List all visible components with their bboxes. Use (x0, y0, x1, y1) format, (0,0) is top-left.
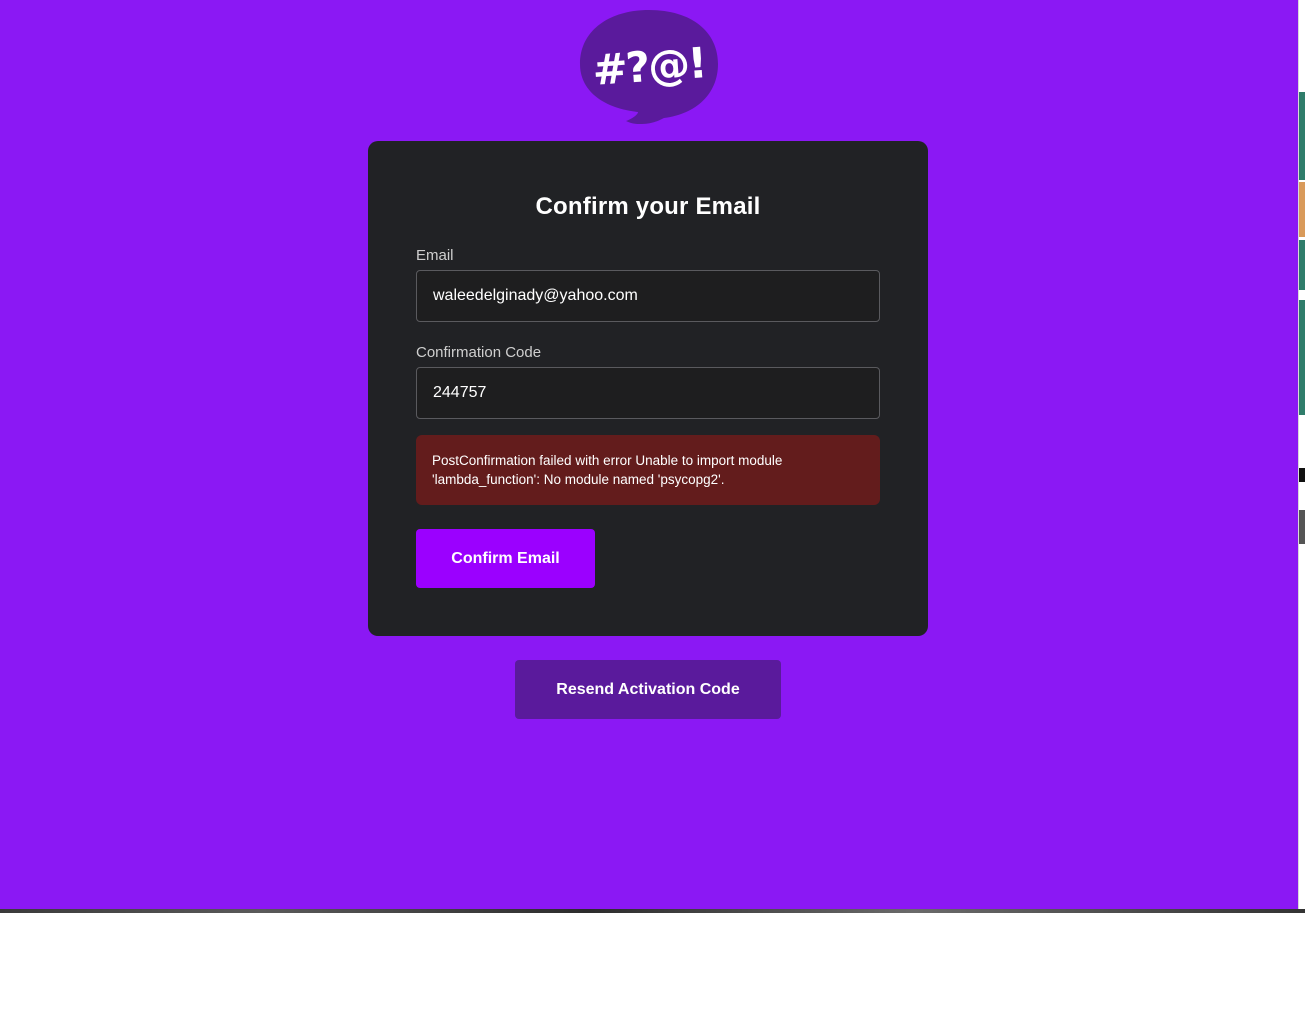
confirmation-code-field[interactable] (416, 367, 880, 419)
confirmation-code-label: Confirmation Code (416, 344, 542, 361)
logo-text: #?@! (591, 38, 707, 95)
confirm-email-button[interactable]: Confirm Email (416, 529, 595, 588)
screen: #?@! Confirm your Email Email Confirmati… (0, 0, 1305, 1016)
confirm-email-card: Confirm your Email Email Confirmation Co… (368, 141, 928, 636)
window-bottom-edge (0, 909, 1305, 913)
error-message-line-2: 'lambda_function': No module named 'psyc… (432, 472, 725, 487)
card-title: Confirm your Email (535, 193, 761, 220)
email-field[interactable] (416, 270, 880, 322)
speech-bubble-logo-icon: #?@! (580, 10, 718, 124)
error-message-line-1: PostConfirmation failed with error Unabl… (432, 453, 783, 468)
app-viewport: #?@! Confirm your Email Email Confirmati… (0, 0, 1299, 911)
background-window-edge (1299, 0, 1305, 911)
app-logo: #?@! (578, 8, 720, 128)
resend-activation-code-button[interactable]: Resend Activation Code (515, 660, 781, 719)
email-label: Email (416, 247, 454, 264)
error-alert: PostConfirmation failed with error Unabl… (416, 435, 880, 505)
